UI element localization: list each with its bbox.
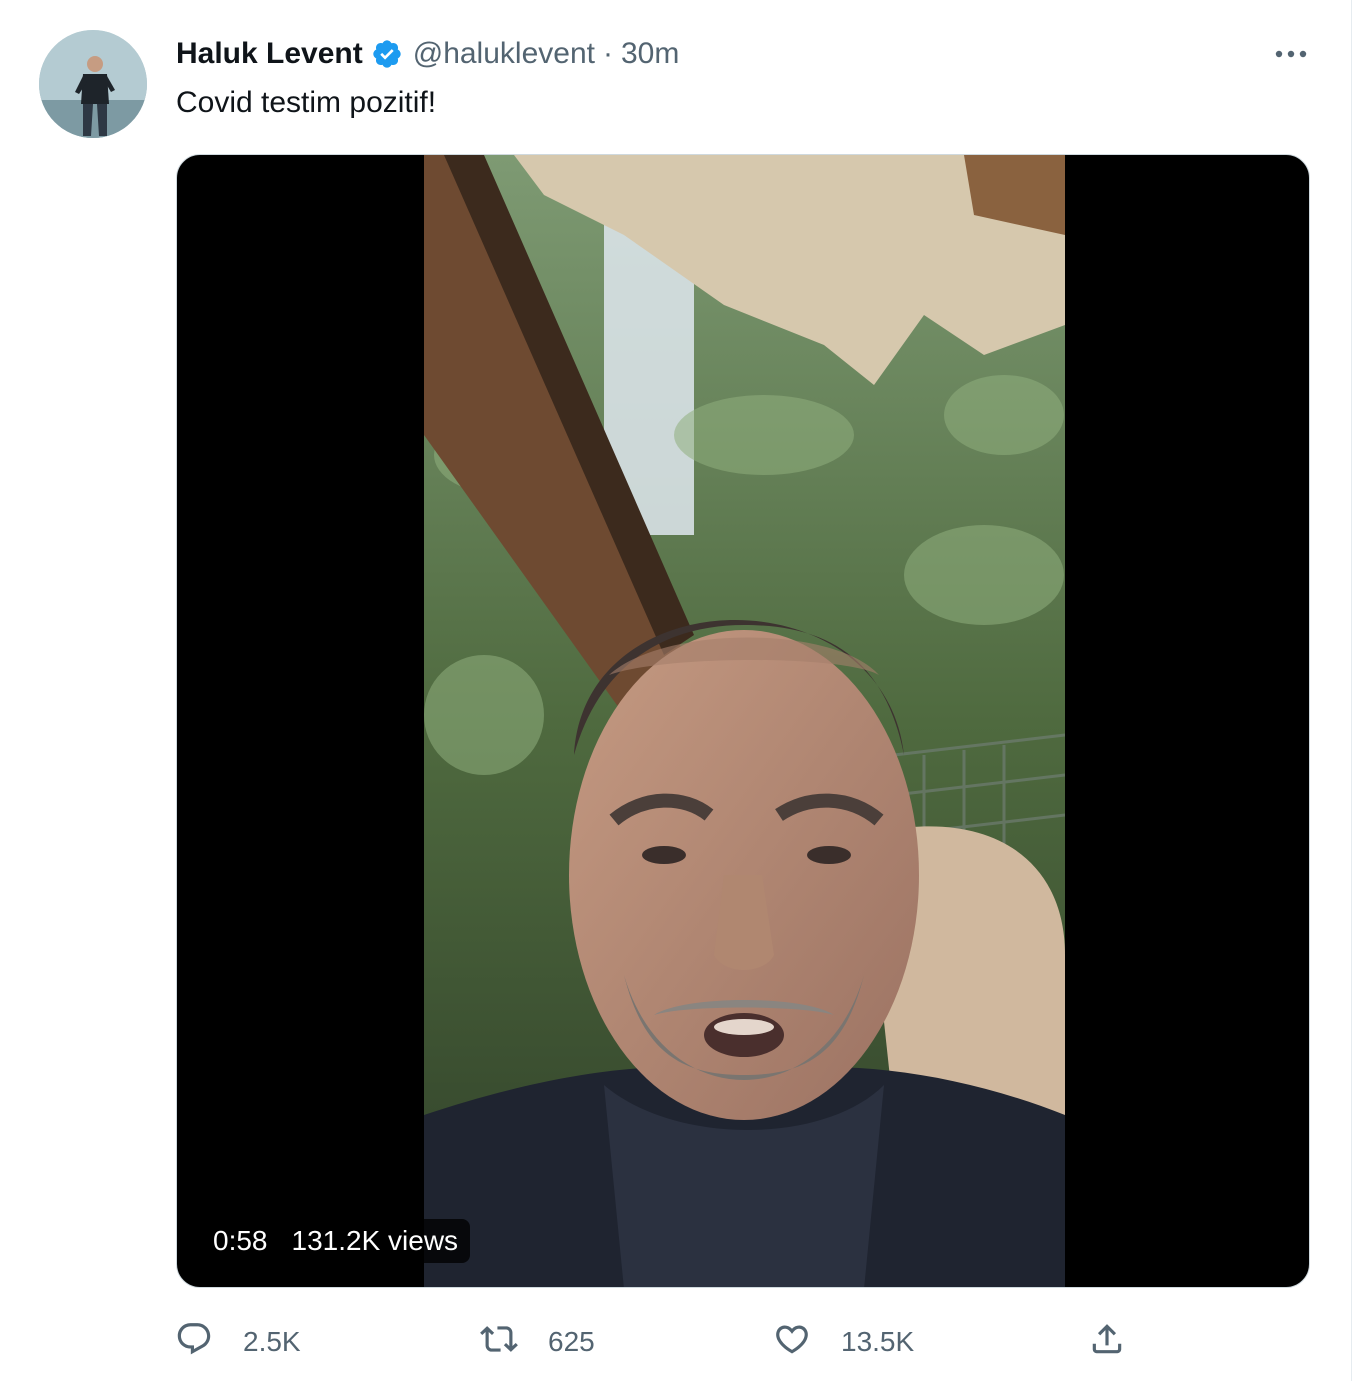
separator-dot: · [602, 37, 613, 70]
retweet-button[interactable]: 625 [480, 1320, 595, 1364]
author-handle[interactable]: @haluklevent [413, 37, 595, 71]
video-info-badge: 0:58 131.2K views [201, 1219, 471, 1263]
retweet-count: 625 [548, 1326, 595, 1357]
share-icon [1088, 1320, 1126, 1365]
tweet-header: Haluk Levent @haluklevent · 30m [176, 34, 679, 74]
tweet-timestamp[interactable]: 30m [621, 37, 679, 71]
tweet-text: Covid testim pozitif! [176, 86, 437, 119]
verified-badge-icon [371, 38, 403, 70]
share-button[interactable] [1088, 1320, 1126, 1364]
reply-icon [175, 1320, 213, 1365]
more-horizontal-icon[interactable] [1268, 38, 1314, 70]
video-thumbnail [424, 155, 1065, 1287]
display-name[interactable]: Haluk Levent [176, 37, 363, 71]
reply-count: 2.5K [243, 1326, 301, 1357]
like-button[interactable]: 13.5K [773, 1320, 914, 1364]
video-frame[interactable] [424, 155, 1065, 1287]
retweet-icon [480, 1320, 518, 1365]
reply-button[interactable]: 2.5K [175, 1320, 301, 1364]
like-count: 13.5K [841, 1326, 915, 1357]
video-views: 131.2K views [291, 1225, 459, 1256]
tweet-card[interactable]: Haluk Levent @haluklevent · 30m Covid te… [0, 0, 1352, 1381]
video-player[interactable]: 0:58 131.2K views [176, 154, 1310, 1288]
tweet-actions: 2.5K 625 13.5K [0, 1314, 1352, 1370]
avatar-image [39, 30, 147, 138]
heart-icon [773, 1320, 811, 1365]
video-duration: 0:58 [213, 1225, 268, 1256]
avatar[interactable] [39, 30, 147, 138]
